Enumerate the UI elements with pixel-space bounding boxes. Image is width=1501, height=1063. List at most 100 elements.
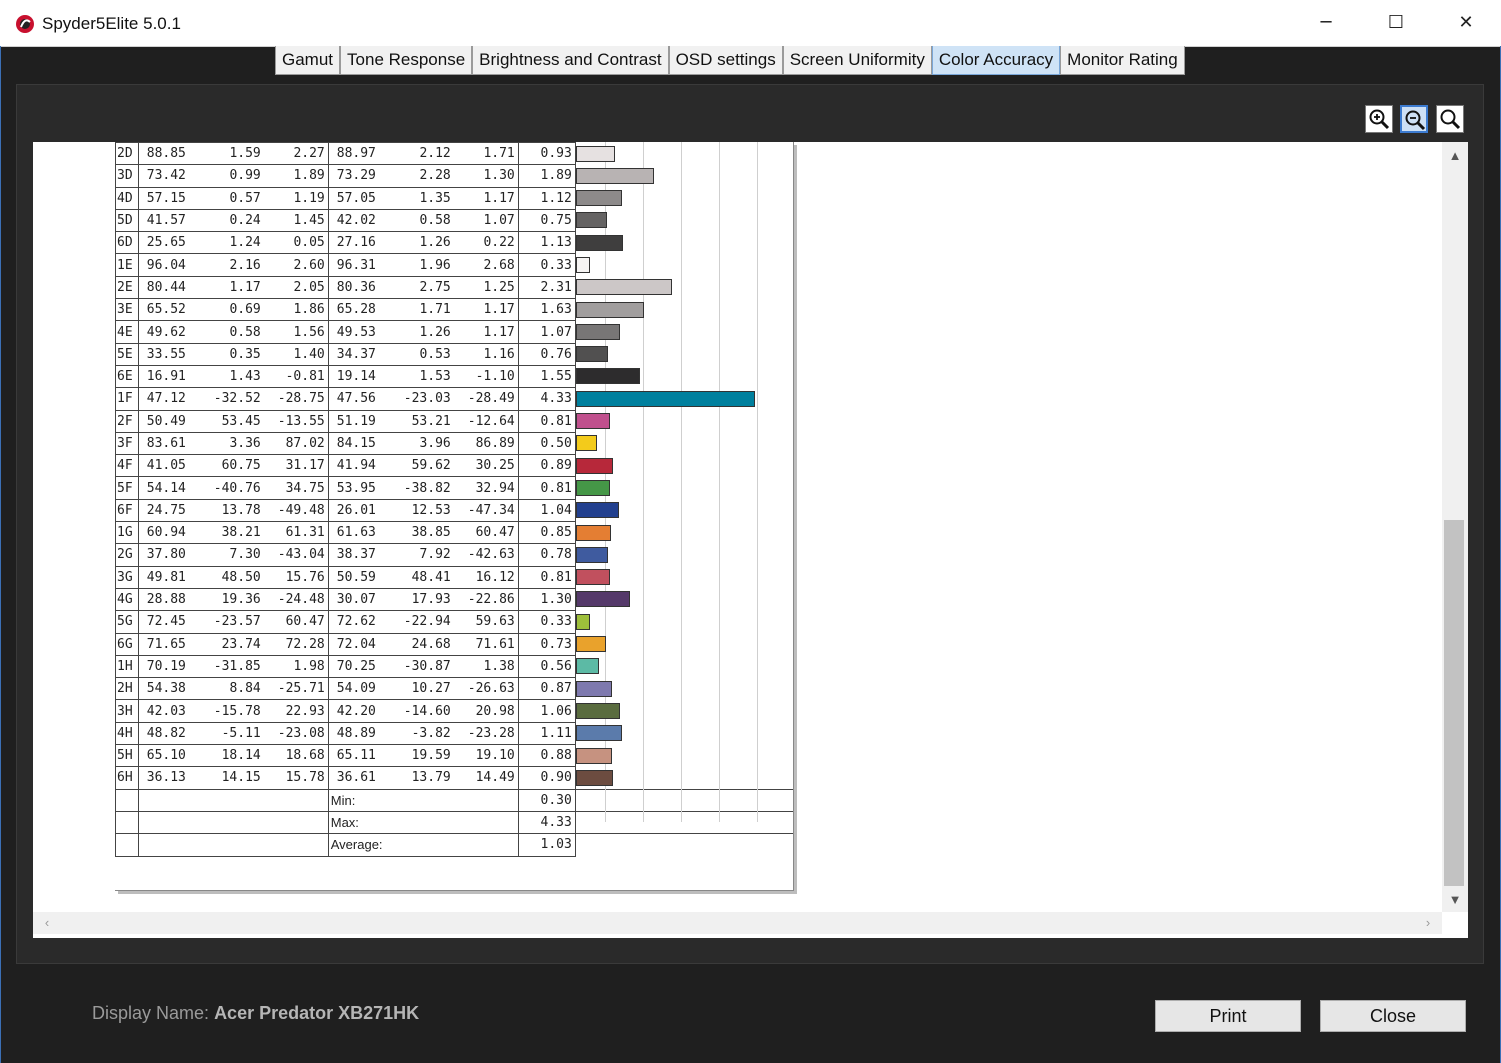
delta-e-bar bbox=[575, 413, 610, 430]
reference-lab: 57.15 0.57 1.19 bbox=[138, 186, 329, 210]
scroll-up-icon[interactable]: ▲ bbox=[1442, 146, 1468, 166]
tab-monitor-rating[interactable]: Monitor Rating bbox=[1060, 46, 1185, 75]
delta-e-bar-cell bbox=[575, 745, 793, 767]
tab-tone-response[interactable]: Tone Response bbox=[340, 46, 473, 75]
summary-value: 0.30 bbox=[517, 788, 576, 812]
delta-e-bar-cell bbox=[575, 232, 793, 254]
reference-lab: 73.42 0.99 1.89 bbox=[138, 164, 329, 188]
measured-lab: 47.56 -23.03 -28.49 bbox=[328, 387, 519, 411]
table-row: 5F 54.14 -40.76 34.75 53.95 -38.82 32.94 0.81 bbox=[115, 476, 794, 500]
scroll-down-icon[interactable]: ▼ bbox=[1442, 890, 1468, 910]
zoom-fit-button[interactable] bbox=[1436, 105, 1464, 133]
vertical-scrollbar[interactable]: ▲ ▼ bbox=[1442, 142, 1468, 912]
reference-value: 0.24 bbox=[229, 213, 261, 229]
print-button[interactable]: Print bbox=[1155, 1000, 1301, 1032]
tab-brightness-contrast[interactable]: Brightness and Contrast bbox=[472, 46, 669, 75]
reference-value: 53.45 bbox=[221, 413, 261, 429]
measured-value: 32.94 bbox=[475, 480, 515, 496]
reference-value: 0.35 bbox=[229, 346, 261, 362]
reference-value: 88.85 bbox=[146, 146, 186, 162]
delta-e-bar bbox=[575, 680, 612, 697]
table-row: 5E 33.55 0.35 1.40 34.37 0.53 1.16 0.76 bbox=[115, 342, 794, 366]
measured-value: 38.37 bbox=[336, 547, 376, 563]
measured-value: 84.15 bbox=[336, 436, 376, 451]
minimize-button[interactable]: ─ bbox=[1291, 0, 1361, 46]
measured-value: 59.62 bbox=[411, 458, 451, 474]
measured-value: 1.38 bbox=[483, 658, 515, 674]
delta-e-value: 2.31 bbox=[517, 275, 576, 300]
delta-e-value: 1.13 bbox=[517, 231, 576, 255]
measured-value: 59.63 bbox=[475, 614, 515, 630]
reference-value: 83.61 bbox=[146, 436, 186, 451]
measured-value: 80.36 bbox=[336, 279, 376, 295]
close-button[interactable]: Close bbox=[1320, 1000, 1466, 1032]
measured-value: 34.37 bbox=[336, 346, 376, 362]
measured-value: 73.29 bbox=[336, 168, 376, 184]
delta-e-value: 0.93 bbox=[517, 141, 576, 166]
measured-lab: 72.04 24.68 71.61 bbox=[328, 632, 519, 656]
delta-e-bar bbox=[575, 346, 608, 363]
reference-lab: 24.75 13.78 -49.48 bbox=[138, 498, 329, 523]
display-name-label: Display Name: bbox=[92, 1003, 210, 1023]
scroll-right-icon[interactable]: › bbox=[1418, 912, 1438, 934]
patch-id: 4D bbox=[115, 186, 139, 210]
measured-value: 1.17 bbox=[483, 324, 515, 340]
table-row: 5H 65.10 18.14 18.68 65.11 19.59 19.10 0.88 bbox=[115, 744, 794, 768]
horizontal-scrollbar[interactable]: ‹ › bbox=[33, 912, 1442, 934]
reference-value: 3.36 bbox=[229, 436, 261, 451]
delta-e-bar-cell bbox=[575, 700, 793, 722]
measured-value: 38.85 bbox=[411, 525, 451, 541]
reference-value: 15.76 bbox=[285, 569, 325, 585]
delta-e-bar-cell bbox=[575, 544, 793, 566]
table-row: 6F 24.75 13.78 -49.48 26.01 12.53 -47.34 1.04 bbox=[115, 498, 794, 523]
reference-value: 34.75 bbox=[285, 480, 325, 496]
measured-value: -23.28 bbox=[467, 725, 515, 741]
measured-value: 30.25 bbox=[475, 458, 515, 474]
measured-value: 50.59 bbox=[336, 569, 376, 585]
reference-value: 1.86 bbox=[293, 302, 325, 318]
reference-value: 13.78 bbox=[221, 502, 261, 518]
measured-value: 48.89 bbox=[336, 725, 376, 741]
measured-value: 16.12 bbox=[475, 569, 515, 585]
reference-value: 22.93 bbox=[285, 703, 325, 719]
reference-lab: 83.61 3.36 87.02 bbox=[138, 431, 329, 456]
table-row: 2F 50.49 53.45 -13.55 51.19 53.21 -12.64 0.81 bbox=[115, 409, 794, 433]
measured-lab: 48.89 -3.82 -23.28 bbox=[328, 721, 519, 746]
tab-osd-settings[interactable]: OSD settings bbox=[668, 46, 783, 75]
maximize-button[interactable]: ☐ bbox=[1361, 0, 1431, 46]
close-window-button[interactable]: ✕ bbox=[1431, 0, 1501, 46]
measured-value: 0.53 bbox=[419, 346, 451, 362]
tab-color-accuracy[interactable]: Color Accuracy bbox=[931, 46, 1061, 75]
tab-gamut[interactable]: Gamut bbox=[275, 46, 341, 75]
delta-e-value: 0.73 bbox=[517, 632, 576, 656]
delta-e-value: 0.81 bbox=[517, 565, 576, 589]
summary-blank bbox=[115, 810, 139, 835]
reference-value: 48.50 bbox=[221, 569, 261, 585]
measured-value: 57.05 bbox=[336, 190, 376, 206]
measured-value: -22.86 bbox=[467, 592, 515, 608]
reference-value: 61.31 bbox=[285, 525, 325, 541]
reference-lab: 80.44 1.17 2.05 bbox=[138, 275, 329, 300]
delta-e-value: 1.06 bbox=[517, 699, 576, 723]
measured-lab: 96.31 1.96 2.68 bbox=[328, 253, 519, 277]
measured-value: 96.31 bbox=[336, 257, 376, 273]
tab-screen-uniformity[interactable]: Screen Uniformity bbox=[782, 46, 932, 75]
measured-value: 3.96 bbox=[419, 436, 451, 451]
zoom-out-button[interactable] bbox=[1400, 105, 1428, 133]
zoom-in-button[interactable] bbox=[1365, 105, 1393, 133]
patch-id: 6F bbox=[115, 498, 139, 523]
reference-lab: 37.80 7.30 -43.04 bbox=[138, 543, 329, 567]
delta-e-bar bbox=[575, 390, 755, 407]
table-row: 4G 28.88 19.36 -24.48 30.07 17.93 -22.86 1.30 bbox=[115, 587, 794, 612]
table-row: 2H 54.38 8.84 -25.71 54.09 10.27 -26.63 0.87 bbox=[115, 677, 794, 701]
reference-lab: 36.13 14.15 15.78 bbox=[138, 766, 329, 790]
table-row: 6E 16.91 1.43 -0.81 19.14 1.53 -1.10 1.55 bbox=[115, 364, 794, 389]
reference-value: 0.58 bbox=[229, 324, 261, 340]
measured-value: 1.30 bbox=[483, 168, 515, 184]
measured-value: 20.98 bbox=[475, 703, 515, 719]
table-row: 4H 48.82 -5.11 -23.08 48.89 -3.82 -23.28 1.11 bbox=[115, 721, 794, 746]
delta-e-value: 1.89 bbox=[517, 164, 576, 188]
scroll-left-icon[interactable]: ‹ bbox=[37, 912, 57, 934]
vertical-scroll-thumb[interactable] bbox=[1444, 520, 1464, 886]
table-row: 5D 41.57 0.24 1.45 42.02 0.58 1.07 0.75 bbox=[115, 208, 794, 233]
